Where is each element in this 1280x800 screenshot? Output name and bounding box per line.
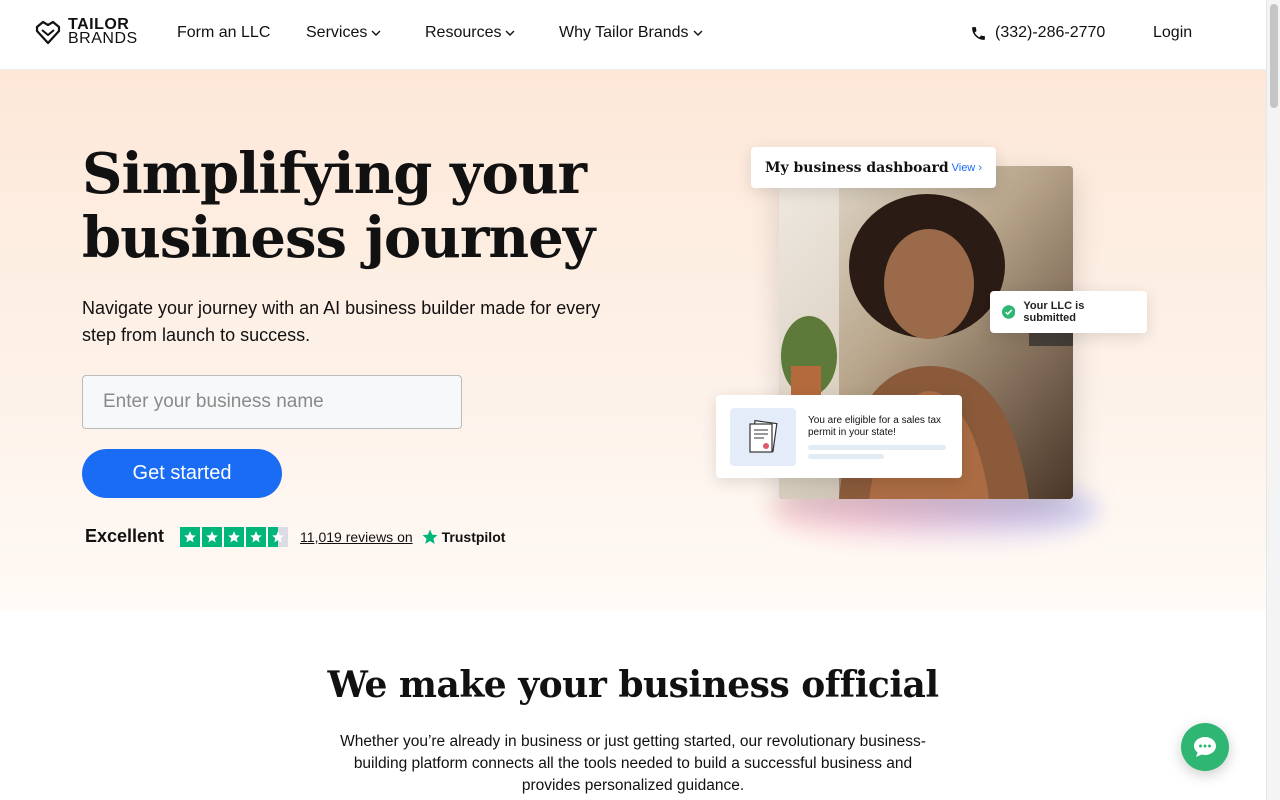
trustpilot-star-icon (422, 529, 438, 544)
heart-shield-icon (35, 20, 61, 45)
nav-services[interactable]: Services (306, 24, 381, 42)
get-started-button[interactable]: Get started (82, 449, 282, 498)
tax-permit-card: You are eligible for a sales tax permit … (716, 395, 962, 478)
llc-status-card: Your LLC is submitted (990, 291, 1147, 333)
trustpilot-reviews-link[interactable]: 11,019 reviews on (300, 529, 413, 545)
star-icon (246, 526, 267, 547)
login-link[interactable]: Login (1153, 24, 1192, 42)
nav-label: Why Tailor Brands (559, 24, 689, 41)
star-icon (180, 526, 201, 547)
site-header: TAILOR BRANDS Form an LLC Services Resou… (0, 0, 1266, 70)
hero-section: Simplifying your business journey Naviga… (0, 70, 1266, 610)
nav-label: Services (306, 24, 368, 41)
llc-status-text: Your LLC is submitted (1023, 300, 1085, 324)
chat-button[interactable] (1181, 723, 1229, 771)
document-icon (730, 407, 796, 466)
nav-form-llc[interactable]: Form an LLC (177, 24, 270, 42)
star-half-icon (268, 526, 289, 547)
chevron-down-icon (693, 30, 703, 36)
chevron-down-icon (505, 30, 515, 36)
phone-link[interactable]: (332)-286-2770 (970, 24, 1105, 42)
dashboard-view-label: View (951, 161, 976, 174)
nav-label: Form an LLC (177, 24, 271, 41)
hero-subtitle: Navigate your journey with an AI busines… (82, 298, 601, 345)
phone-icon (972, 26, 985, 40)
logo[interactable]: TAILOR BRANDS (34, 17, 138, 47)
chevron-down-icon (371, 30, 381, 36)
dashboard-card-title: My business dashboard (765, 159, 949, 176)
star-icon (224, 526, 245, 547)
hero-title: Simplifying your business journey (82, 141, 595, 271)
section-title: We make your business official (327, 664, 939, 706)
nav-label: Resources (425, 24, 502, 41)
trustpilot-stars (180, 526, 289, 547)
nav-resources[interactable]: Resources (425, 24, 515, 42)
business-name-input[interactable] (82, 375, 462, 429)
trustpilot-widget: Excellent 11,019 reviews on Trustpilot (85, 526, 505, 547)
chat-bubble-icon (1194, 737, 1216, 757)
phone-number: (332)-286-2770 (995, 24, 1106, 41)
trustpilot-brand-label: Trustpilot (441, 528, 506, 545)
logo-line2: BRANDS (68, 30, 138, 47)
dashboard-view-link[interactable]: View › (952, 162, 982, 174)
page-scrollbar[interactable] (1266, 0, 1280, 800)
check-circle-icon (1002, 305, 1016, 319)
placeholder-bar (808, 453, 884, 459)
nav-why-tailor-brands[interactable]: Why Tailor Brands (559, 24, 703, 42)
tax-permit-text: You are eligible for a sales tax permit … (808, 414, 942, 438)
trustpilot-brand[interactable]: Trustpilot (421, 528, 506, 546)
trustpilot-rating-word: Excellent (85, 526, 165, 546)
dashboard-card[interactable]: My business dashboard View › (751, 147, 996, 188)
scrollbar-thumb[interactable] (1270, 4, 1278, 108)
placeholder-bar (808, 444, 946, 450)
star-icon (202, 526, 223, 547)
section-body: Whether you’re already in business or ju… (340, 733, 926, 794)
